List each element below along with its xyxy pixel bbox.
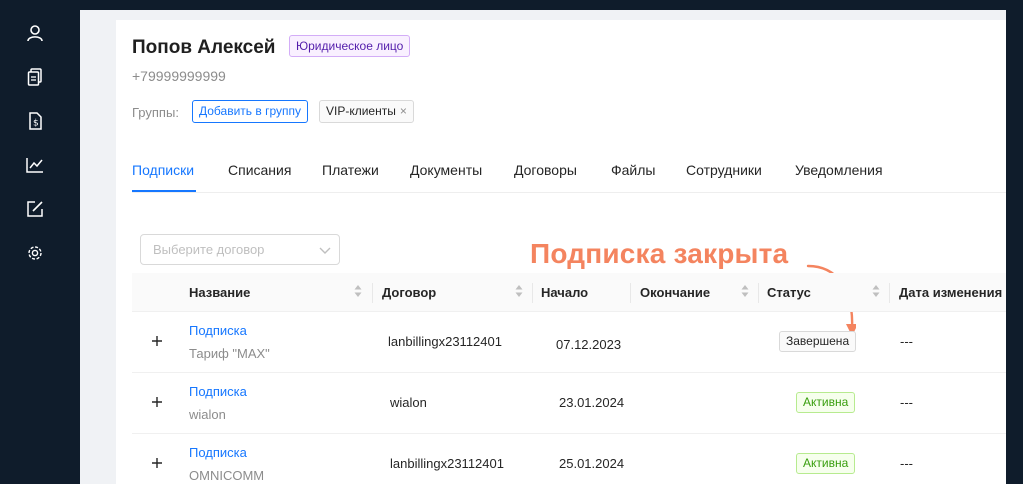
table-row: Подписка OMNICOMM lanbillingx23112401 25… [132, 434, 1006, 484]
tab-employees[interactable]: Сотрудники [686, 162, 762, 178]
user-icon[interactable] [24, 22, 46, 44]
sort-icon[interactable] [515, 284, 523, 298]
edit-icon[interactable] [24, 198, 46, 220]
expand-plus-icon[interactable] [150, 334, 164, 348]
column-name[interactable]: Название [189, 285, 250, 300]
group-tag-label: VIP-клиенты [326, 104, 396, 118]
top-bar [80, 0, 1023, 10]
tab-notifications[interactable]: Уведомления [795, 162, 883, 178]
subscription-link[interactable]: Подписка [189, 384, 247, 399]
expand-plus-icon[interactable] [150, 395, 164, 409]
start-date-cell: 25.01.2024 [559, 456, 625, 471]
tab-documents[interactable]: Документы [410, 162, 482, 178]
column-status[interactable]: Статус [767, 285, 811, 300]
gear-icon[interactable] [24, 242, 46, 264]
client-card: Попов Алексей Юридическое лицо +79999999… [116, 20, 1006, 484]
group-tag-vip: VIP-клиенты × [319, 100, 414, 123]
bill-icon[interactable]: $ [24, 110, 46, 132]
column-start[interactable]: Начало [541, 285, 588, 300]
column-end[interactable]: Окончание [640, 285, 710, 300]
subscription-tariff: wialon [189, 407, 226, 422]
column-separator [372, 283, 373, 303]
table-row: Подписка Тариф "MAX" lanbillingx23112401… [132, 312, 1006, 373]
changed-date-cell: --- [900, 334, 913, 349]
active-tab-indicator [132, 190, 196, 192]
tab-subscriptions[interactable]: Подписки [132, 162, 194, 178]
sidebar: $ [0, 0, 80, 484]
column-changed[interactable]: Дата изменения [899, 285, 1002, 300]
subscription-tariff: OMNICOMM [189, 468, 265, 483]
tab-payments[interactable]: Платежи [322, 162, 379, 178]
changed-date-cell: --- [900, 456, 913, 471]
tabs: Подписки Списания Платежи Документы Дого… [132, 160, 1006, 193]
groups-label: Группы: [132, 105, 179, 120]
svg-text:$: $ [33, 119, 39, 129]
contract-cell: wialon [390, 395, 427, 410]
close-icon[interactable]: × [400, 104, 407, 118]
column-contract[interactable]: Договор [382, 285, 436, 300]
tab-charges[interactable]: Списания [228, 162, 291, 178]
column-separator [889, 283, 890, 303]
column-separator [532, 283, 533, 303]
right-edge [1006, 0, 1023, 484]
client-name: Попов Алексей [132, 37, 276, 58]
subscription-tariff: Тариф "MAX" [189, 346, 270, 361]
chevron-down-icon [319, 243, 331, 261]
sort-icon[interactable] [354, 284, 362, 298]
subscription-link[interactable]: Подписка [189, 445, 247, 460]
annotation-text: Подписка закрыта [530, 238, 789, 269]
client-phone: +79999999999 [132, 68, 226, 84]
documents-icon[interactable] [24, 66, 46, 88]
sort-icon[interactable] [741, 284, 749, 298]
table-header: Название Договор Начало Окончание Статус… [132, 273, 1006, 312]
contract-cell: lanbillingx23112401 [390, 456, 504, 471]
table-row: Подписка wialon wialon 23.01.2024 Активн… [132, 373, 1006, 434]
add-to-group-button[interactable]: Добавить в группу [192, 100, 308, 123]
status-badge: Завершена [779, 331, 857, 352]
chart-icon[interactable] [24, 154, 46, 176]
changed-date-cell: --- [900, 395, 913, 410]
start-date-cell: 07.12.2023 [556, 337, 622, 352]
entity-type-tag: Юридическое лицо [289, 35, 411, 57]
status-badge: Активна [796, 453, 856, 474]
expand-plus-icon[interactable] [150, 456, 164, 470]
tab-contracts[interactable]: Договоры [514, 162, 577, 178]
status-badge: Активна [796, 392, 856, 413]
column-separator [758, 283, 759, 303]
start-date-cell: 23.01.2024 [559, 395, 625, 410]
tab-files[interactable]: Файлы [611, 162, 655, 178]
contract-cell: lanbillingx23112401 [388, 334, 502, 349]
subscription-link[interactable]: Подписка [189, 323, 247, 338]
sort-icon[interactable] [872, 284, 880, 298]
column-separator [630, 283, 631, 303]
contract-select-placeholder: Выберите договор [153, 242, 265, 257]
contract-select[interactable]: Выберите договор [140, 234, 340, 265]
